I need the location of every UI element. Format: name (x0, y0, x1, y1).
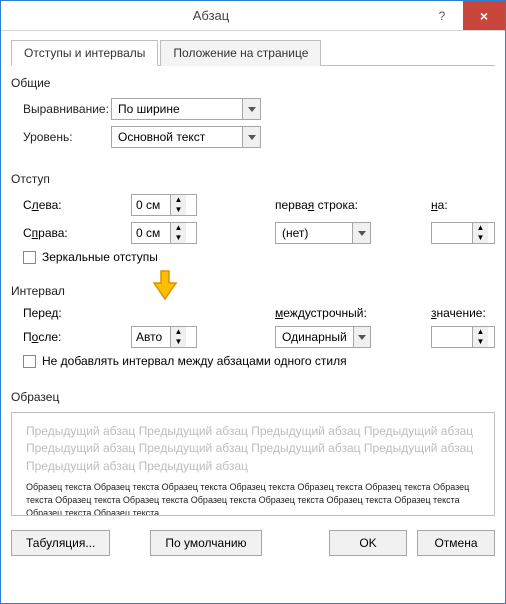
section-title-spacing: Интервал (11, 284, 495, 298)
tab-line-page-breaks[interactable]: Положение на странице (160, 40, 321, 66)
titlebar: Абзац ? × (1, 1, 505, 31)
alignment-value: По ширине (112, 99, 242, 119)
tab-label: Положение на странице (173, 46, 308, 60)
annotation-arrow-icon (151, 269, 179, 301)
line-spacing-value: Одинарный (276, 327, 353, 347)
alignment-combo[interactable]: По ширине (111, 98, 261, 120)
section-title-indent: Отступ (11, 172, 495, 186)
spinner-buttons[interactable]: ▲▼ (170, 195, 186, 215)
outline-level-value: Основной текст (112, 127, 242, 147)
spacing-after-value: Авто (132, 327, 170, 347)
tabs-button[interactable]: Табуляция... (11, 530, 110, 556)
set-default-button[interactable]: По умолчанию (150, 530, 261, 556)
first-line-by-label: на: (431, 198, 495, 212)
chevron-down-icon (242, 99, 260, 119)
alignment-label: Выравнивание: (11, 102, 111, 116)
ok-button[interactable]: OK (329, 530, 407, 556)
section-title-general: Общие (11, 76, 495, 90)
tab-label: Отступы и интервалы (24, 46, 145, 60)
paragraph-dialog: Абзац ? × Отступы и интервалы Положение … (0, 0, 506, 604)
tab-indents-spacing[interactable]: Отступы и интервалы (11, 40, 158, 66)
outline-level-label: Уровень: (11, 130, 111, 144)
line-spacing-at-spinner[interactable]: ▲▼ (431, 326, 495, 348)
no-space-same-style-checkbox[interactable]: Не добавлять интервал между абзацами одн… (23, 354, 495, 368)
section-spacing: Интервал Перед: междустрочный: значение: (11, 284, 495, 368)
spinner-buttons[interactable]: ▲▼ (472, 327, 488, 347)
chevron-down-icon (352, 223, 370, 243)
window-title: Абзац (1, 8, 421, 23)
indent-right-label: Справа: (11, 226, 123, 240)
first-line-by-value (432, 223, 472, 243)
tab-strip: Отступы и интервалы Положение на страниц… (11, 39, 495, 66)
section-general: Общие Выравнивание: По ширине Уровень: О… (11, 76, 495, 148)
indent-right-spinner[interactable]: 0 см ▲▼ (131, 222, 197, 244)
section-title-preview: Образец (11, 390, 495, 404)
preview-sample-text: Образец текста Образец текста Образец те… (26, 481, 480, 516)
mirror-indents-checkbox[interactable]: Зеркальные отступы (23, 250, 495, 264)
outline-level-combo[interactable]: Основной текст (111, 126, 261, 148)
checkbox-box (23, 251, 36, 264)
section-indent: Отступ Слева: 0 см ▲▼ первая строка: на: (11, 172, 495, 264)
spacing-after-spinner[interactable]: Авто ▲▼ (131, 326, 197, 348)
indent-left-value: 0 см (132, 195, 170, 215)
line-spacing-at-label: значение: (431, 306, 495, 320)
help-button[interactable]: ? (421, 1, 463, 30)
indent-left-spinner[interactable]: 0 см ▲▼ (131, 194, 197, 216)
preview-box: Предыдущий абзац Предыдущий абзац Предыд… (11, 412, 495, 516)
line-spacing-label: междустрочный: (205, 306, 423, 320)
first-line-value: (нет) (276, 223, 352, 243)
indent-right-value: 0 см (132, 223, 170, 243)
section-preview: Образец Предыдущий абзац Предыдущий абза… (11, 390, 495, 516)
line-spacing-at-value (432, 327, 472, 347)
spacing-before-label: Перед: (11, 306, 123, 320)
spacing-after-label: После: (11, 330, 123, 344)
no-space-same-style-label: Не добавлять интервал между абзацами одн… (42, 354, 347, 368)
chevron-down-icon (353, 327, 370, 347)
preview-prev-text: Предыдущий абзац Предыдущий абзац Предыд… (26, 423, 480, 475)
spinner-buttons[interactable]: ▲▼ (170, 223, 186, 243)
chevron-down-icon (242, 127, 260, 147)
close-button[interactable]: × (463, 1, 505, 30)
dialog-footer: Табуляция... По умолчанию OK Отмена (11, 530, 495, 556)
spinner-buttons[interactable]: ▲▼ (472, 223, 488, 243)
line-spacing-combo[interactable]: Одинарный (275, 326, 371, 348)
checkbox-box (23, 355, 36, 368)
first-line-combo[interactable]: (нет) (275, 222, 371, 244)
first-line-label: первая строка: (205, 198, 423, 212)
mirror-indents-label: Зеркальные отступы (42, 250, 158, 264)
cancel-button[interactable]: Отмена (417, 530, 495, 556)
first-line-by-spinner[interactable]: ▲▼ (431, 222, 495, 244)
spinner-buttons[interactable]: ▲▼ (170, 327, 186, 347)
indent-left-label: Слева: (11, 198, 123, 212)
